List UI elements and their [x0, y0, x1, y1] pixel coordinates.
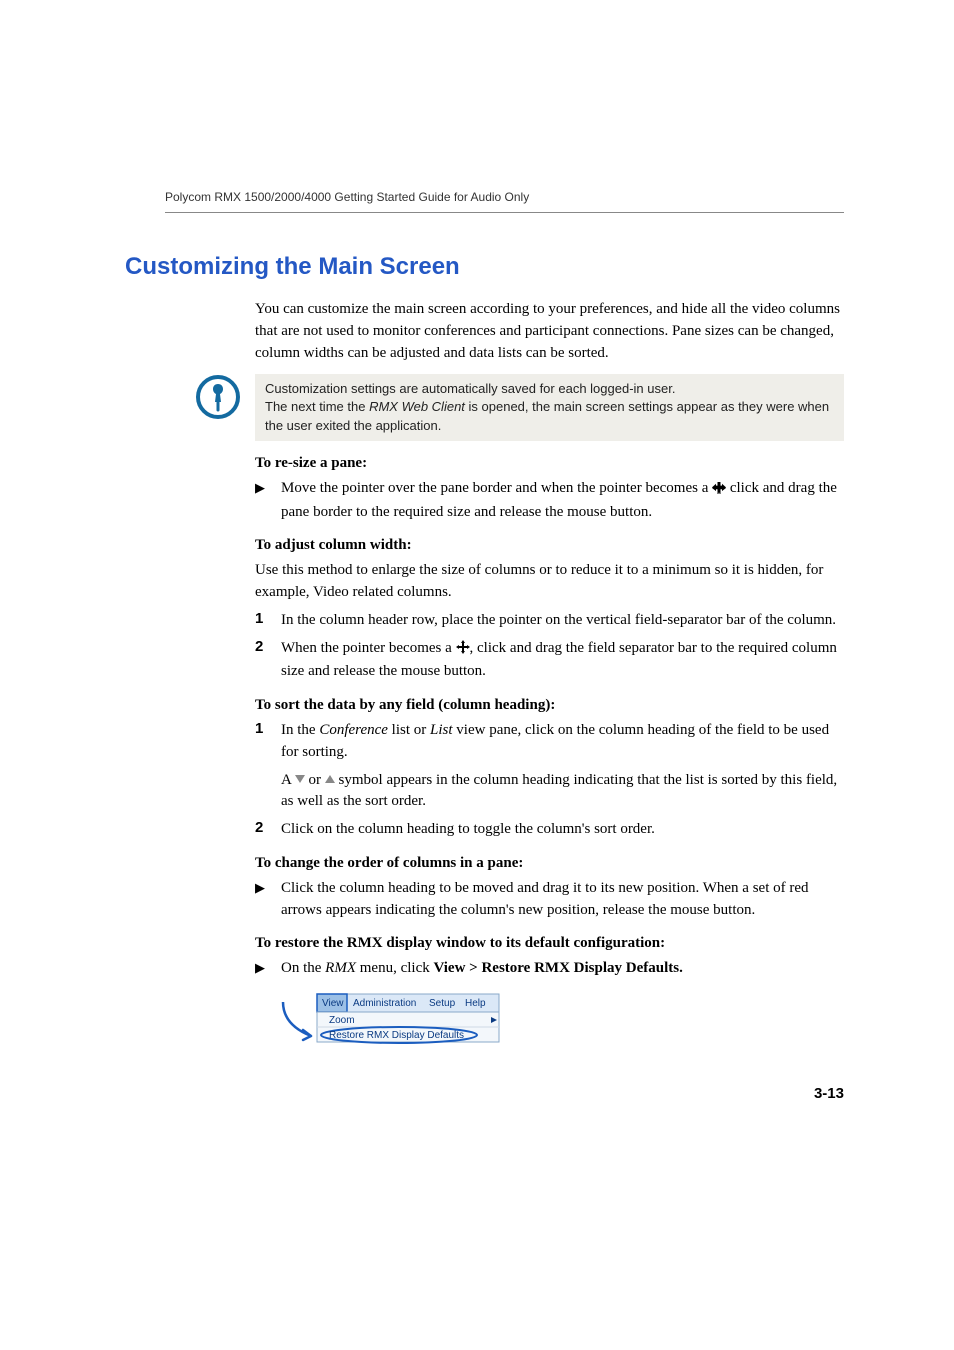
step-marker-2: 2	[255, 638, 281, 655]
heading-resize-pane: To re-size a pane:	[255, 455, 844, 472]
restore-b: menu, click	[356, 960, 433, 976]
menu-setup[interactable]: Setup	[429, 998, 456, 1009]
running-header: Polycom RMX 1500/2000/4000 Getting Start…	[165, 190, 844, 204]
intro-paragraph: You can customize the main screen accord…	[255, 299, 844, 364]
restore-bold: View > Restore RMX Display Defaults.	[433, 960, 682, 976]
triangle-up-icon	[325, 775, 335, 783]
document-page: Polycom RMX 1500/2000/4000 Getting Start…	[0, 0, 954, 1162]
sort-step1-text: In the Conference list or List view pane…	[281, 720, 844, 764]
heading-order-columns: To change the order of columns in a pane…	[255, 855, 844, 872]
width-step1-text: In the column header row, place the poin…	[281, 610, 844, 632]
sort-1b: list or	[388, 722, 430, 738]
order-text: Click the column heading to be moved and…	[281, 878, 844, 922]
step-sort-2: 2 Click on the column heading to toggle …	[255, 819, 844, 841]
step-width-1: 1 In the column header row, place the po…	[255, 610, 844, 632]
restore-a: On the	[281, 960, 325, 976]
move-cross-icon	[456, 640, 470, 662]
sort-sub-b: or	[309, 772, 325, 788]
step-width-2: 2 When the pointer becomes a , click and…	[255, 638, 844, 684]
note-line1: Customization settings are automatically…	[265, 381, 675, 396]
sort-sub-c: symbol appears in the column heading ind…	[281, 772, 837, 810]
heading-restore: To restore the RMX display window to its…	[255, 935, 844, 952]
bullet-resize: ▶ Move the pointer over the pane border …	[255, 478, 844, 524]
bullet-marker-2: ▶	[255, 878, 281, 896]
sort-step2-text: Click on the column heading to toggle th…	[281, 819, 844, 841]
sort-list-em: List	[430, 722, 453, 738]
menu-restore-defaults[interactable]: Restore RMX Display Defaults	[329, 1030, 464, 1041]
sort-1a: In the	[281, 722, 319, 738]
sort-symbol-note: A or symbol appears in the column headin…	[281, 770, 844, 814]
menu-screenshot: View Administration Setup Help Zoom Rest…	[281, 988, 501, 1049]
note-line2a: The next time the	[265, 399, 369, 414]
restore-rmx-em: RMX	[325, 960, 356, 976]
note-callout: Customization settings are automatically…	[195, 374, 844, 441]
step-marker-2b: 2	[255, 819, 281, 836]
heading-sort: To sort the data by any field (column he…	[255, 697, 844, 714]
pin-icon	[195, 374, 241, 420]
header-rule	[165, 212, 844, 213]
triangle-down-icon	[295, 775, 305, 783]
sort-sub-a: A	[281, 772, 295, 788]
sort-conference-em: Conference	[319, 722, 388, 738]
resize-text-a: Move the pointer over the pane border an…	[281, 480, 712, 496]
heading-adjust-width: To adjust column width:	[255, 537, 844, 554]
menu-help[interactable]: Help	[465, 998, 486, 1009]
restore-text: On the RMX menu, click View > Restore RM…	[281, 958, 844, 980]
step-sort-1: 1 In the Conference list or List view pa…	[255, 720, 844, 764]
menu-zoom[interactable]: Zoom	[329, 1015, 355, 1026]
width-2a: When the pointer becomes a	[281, 640, 456, 656]
resize-horizontal-icon	[712, 480, 726, 502]
menu-view[interactable]: View	[322, 998, 344, 1009]
bullet-order: ▶ Click the column heading to be moved a…	[255, 878, 844, 922]
note-rmx-client: RMX Web Client	[369, 399, 465, 414]
section-title: Customizing the Main Screen	[125, 253, 844, 281]
page-number: 3-13	[165, 1085, 844, 1102]
bullet-marker-3: ▶	[255, 958, 281, 976]
resize-text: Move the pointer over the pane border an…	[281, 478, 844, 524]
body-content: You can customize the main screen accord…	[255, 299, 844, 1049]
step-marker-1b: 1	[255, 720, 281, 737]
note-box: Customization settings are automatically…	[255, 374, 844, 441]
width-paragraph: Use this method to enlarge the size of c…	[255, 560, 844, 604]
width-step2-text: When the pointer becomes a , click and d…	[281, 638, 844, 684]
bullet-marker: ▶	[255, 478, 281, 496]
step-marker-1: 1	[255, 610, 281, 627]
menu-administration[interactable]: Administration	[353, 998, 416, 1009]
bullet-restore: ▶ On the RMX menu, click View > Restore …	[255, 958, 844, 980]
